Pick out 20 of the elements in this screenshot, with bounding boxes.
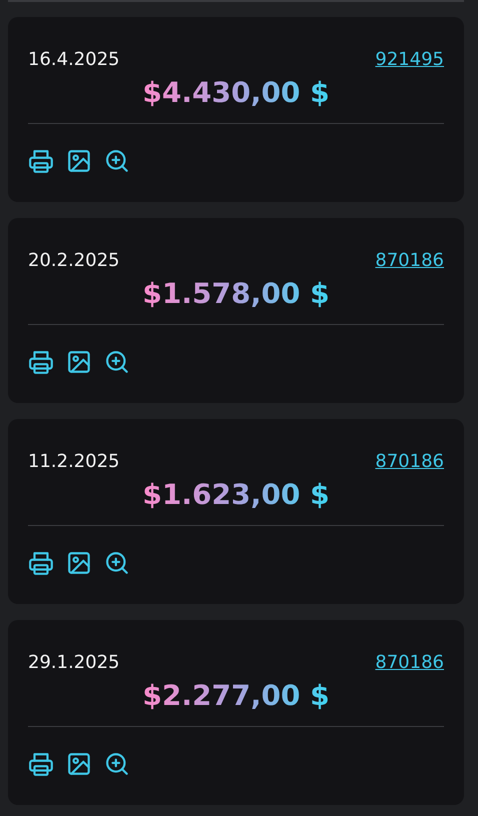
image-icon[interactable] [66,148,92,174]
receipt-number-link[interactable]: 921495 [375,49,444,70]
image-icon[interactable] [66,349,92,375]
receipt-number-link[interactable]: 870186 [375,451,444,472]
receipt-date: 20.2.2025 [28,250,120,271]
zoom-in-icon[interactable] [104,349,130,375]
printer-icon[interactable] [28,349,54,375]
image-icon[interactable] [66,550,92,576]
receipt-number-link[interactable]: 870186 [375,652,444,673]
image-icon[interactable] [66,751,92,777]
receipt-number-link[interactable]: 870186 [375,250,444,271]
receipt-date: 29.1.2025 [28,652,120,673]
zoom-in-icon[interactable] [104,550,130,576]
printer-icon[interactable] [28,550,54,576]
printer-icon[interactable] [28,148,54,174]
zoom-in-icon[interactable] [104,751,130,777]
zoom-in-icon[interactable] [104,148,130,174]
receipt-date: 11.2.2025 [28,451,120,472]
printer-icon[interactable] [28,751,54,777]
receipt-date: 16.4.2025 [28,49,120,70]
